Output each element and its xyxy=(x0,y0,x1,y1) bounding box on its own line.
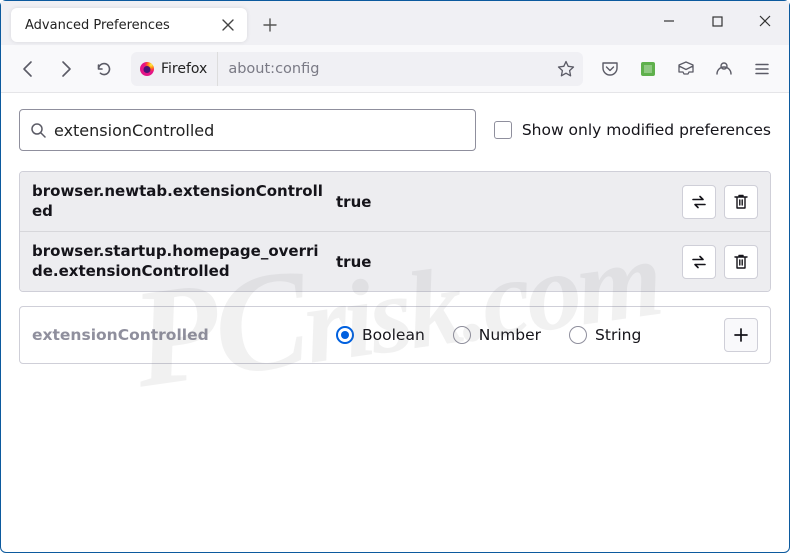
type-radio-group: Boolean Number String xyxy=(336,326,724,344)
show-modified-label: Show only modified preferences xyxy=(522,121,771,139)
close-tab-icon[interactable] xyxy=(219,16,237,34)
pref-actions xyxy=(682,245,758,279)
trash-icon xyxy=(733,193,749,211)
maximize-button[interactable] xyxy=(693,1,741,41)
reset-button[interactable] xyxy=(724,185,758,219)
pocket-icon[interactable] xyxy=(593,52,627,86)
about-config-content: extensionControlled Show only modified p… xyxy=(1,93,789,380)
inbox-icon[interactable] xyxy=(669,52,703,86)
radio-icon xyxy=(453,326,471,344)
close-window-button[interactable] xyxy=(741,1,789,41)
bookmark-star-icon[interactable] xyxy=(549,52,583,86)
search-row: extensionControlled Show only modified p… xyxy=(19,109,771,151)
add-pref-row: extensionControlled Boolean Number Strin… xyxy=(20,307,770,363)
window-controls xyxy=(645,1,789,41)
pref-name: browser.startup.homepage_override.extens… xyxy=(32,242,336,281)
search-icon xyxy=(30,122,46,138)
radio-icon xyxy=(336,326,354,344)
new-tab-button[interactable] xyxy=(255,10,285,40)
minimize-button[interactable] xyxy=(645,1,693,41)
trash-icon xyxy=(733,253,749,271)
plus-icon xyxy=(733,327,749,343)
show-modified-checkbox[interactable]: Show only modified preferences xyxy=(494,121,771,139)
add-pref-button[interactable] xyxy=(724,318,758,352)
identity-label: Firefox xyxy=(161,61,207,77)
toggle-button[interactable] xyxy=(682,245,716,279)
titlebar: Advanced Preferences xyxy=(1,1,789,45)
firefox-icon xyxy=(139,61,155,77)
pref-row[interactable]: browser.newtab.extensionControlled true xyxy=(20,172,770,231)
radio-string[interactable]: String xyxy=(569,326,641,344)
back-button[interactable] xyxy=(11,52,45,86)
preferences-list: browser.newtab.extensionControlled true … xyxy=(19,171,771,292)
radio-label: String xyxy=(595,326,641,344)
browser-tab[interactable]: Advanced Preferences xyxy=(11,8,247,42)
account-icon[interactable] xyxy=(707,52,741,86)
reload-button[interactable] xyxy=(87,52,121,86)
toggle-arrows-icon xyxy=(690,253,708,271)
pref-value: true xyxy=(336,193,682,211)
toggle-button[interactable] xyxy=(682,185,716,219)
pref-row[interactable]: browser.startup.homepage_override.extens… xyxy=(20,231,770,291)
pref-value: true xyxy=(336,253,682,271)
config-search-input[interactable]: extensionControlled xyxy=(19,109,476,151)
tab-title: Advanced Preferences xyxy=(25,18,219,33)
pref-actions xyxy=(682,185,758,219)
search-value: extensionControlled xyxy=(54,121,465,140)
navigation-toolbar: Firefox about:config xyxy=(1,45,789,93)
forward-button[interactable] xyxy=(49,52,83,86)
url-text: about:config xyxy=(218,61,549,77)
app-menu-button[interactable] xyxy=(745,52,779,86)
radio-boolean[interactable]: Boolean xyxy=(336,326,425,344)
radio-icon xyxy=(569,326,587,344)
pref-name: browser.newtab.extensionControlled xyxy=(32,182,336,221)
checkbox-icon xyxy=(494,121,512,139)
add-pref-card: extensionControlled Boolean Number Strin… xyxy=(19,306,771,364)
radio-label: Number xyxy=(479,326,541,344)
url-bar[interactable]: Firefox about:config xyxy=(131,52,583,86)
radio-label: Boolean xyxy=(362,326,425,344)
radio-number[interactable]: Number xyxy=(453,326,541,344)
toggle-arrows-icon xyxy=(690,193,708,211)
extension-icon[interactable] xyxy=(631,52,665,86)
identity-box[interactable]: Firefox xyxy=(131,52,218,86)
reset-button[interactable] xyxy=(724,245,758,279)
new-pref-name: extensionControlled xyxy=(32,326,336,344)
